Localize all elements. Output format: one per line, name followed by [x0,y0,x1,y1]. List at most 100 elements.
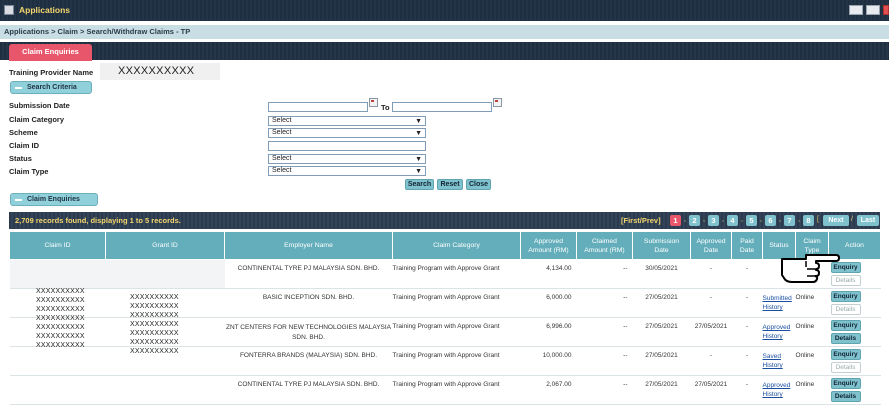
status-link[interactable]: Approved [763,323,796,332]
history-link[interactable]: History [763,303,796,312]
details-button[interactable]: Details [830,391,861,402]
claimed-amount: -- [576,346,633,376]
date-to-label: To [381,103,390,112]
page-button[interactable]: 8 [803,215,814,226]
search-criteria-toggle[interactable]: Search Criteria [10,81,92,94]
col-employer[interactable]: Employer Name [224,231,393,260]
claim-id[interactable]: XXXXXXXXXX [36,287,85,296]
next-page-button[interactable]: Next [823,215,849,226]
pager-first-prev[interactable]: [First/Prev] [621,216,661,225]
submission-date-from-input[interactable] [268,102,368,112]
col-claim-id[interactable]: Claim ID [9,231,106,260]
claim-type: Online [795,288,829,318]
history-link[interactable]: History [763,390,796,399]
history-link[interactable]: History [763,332,796,341]
approved-amount: 10,000.00 [520,346,577,376]
training-provider-value: XXXXXXXXXX [100,63,220,80]
claim-id[interactable]: XXXXXXXXXX [36,296,85,305]
claim-enquiries-toggle[interactable]: Claim Enquiries [10,193,98,206]
claim-type: Online [795,346,829,376]
status-cell: Approved History [762,317,796,347]
reset-button[interactable]: Reset [437,179,463,190]
details-button[interactable]: Details [830,304,861,315]
chevron-down-icon: ▼ [415,130,422,137]
action-cell: Enquiry Details [828,288,881,318]
enquiry-button[interactable]: Enquiry [830,291,861,302]
scheme-value: Select [272,129,292,136]
claim-id[interactable]: XXXXXXXXXX [36,332,85,341]
page-button[interactable]: 7 [784,215,795,226]
submission-date: 27/05/2021 [632,346,691,376]
page-button[interactable]: 4 [727,215,738,226]
page-button[interactable]: 2 [689,215,700,226]
page-button[interactable]: 3 [708,215,719,226]
claim-type: Online [795,317,829,347]
status-link[interactable]: Approved [763,381,796,390]
scheme-select[interactable]: Select ▼ [268,128,426,138]
enquiry-button[interactable]: Enquiry [830,378,861,389]
maximize-button[interactable] [866,5,880,15]
paid-date: - [731,375,763,405]
search-button[interactable]: Search [405,179,434,190]
col-claimed-amount[interactable]: Claimed Amount (RM) [576,231,633,260]
claim-type-select[interactable]: Select ▼ [268,166,426,176]
close-button[interactable]: Close [466,179,491,190]
app-icon [4,5,14,15]
search-criteria-label: Search Criteria [27,84,77,91]
claim-type: Online [795,375,829,405]
claim-id[interactable]: XXXXXXXXXX [36,314,85,323]
masked-claim-ids: XXXXXXXXXX XXXXXXXXXX XXXXXXXXXX XXXXXXX… [36,287,85,350]
col-grant-id[interactable]: Grant ID [105,231,225,260]
claim-id[interactable]: XXXXXXXXXX [36,323,85,332]
col-paid-date[interactable]: Paid Date [731,231,763,260]
calendar-icon[interactable] [369,98,378,107]
grant-id: XXXXXXXXXX [130,330,179,337]
claim-category-select[interactable]: Select ▼ [268,116,426,126]
grant-id: XXXXXXXXXX [130,321,179,328]
status-select[interactable]: Select ▼ [268,154,426,164]
col-category[interactable]: Claim Category [392,231,521,260]
table-row: CONTINENTAL TYRE PJ MALAYSIA SDN. BHD. T… [9,259,881,289]
claim-type-value: Select [272,167,292,174]
col-approved-date[interactable]: Approved Date [690,231,732,260]
result-count: 2,709 records found, displaying 1 to 5 r… [15,216,181,225]
claim-category: Training Program with Approve Grant [392,346,521,376]
enquiry-button[interactable]: Enquiry [830,349,861,360]
status-value: Select [272,155,292,162]
submission-date: 27/05/2021 [632,375,691,405]
minimize-button[interactable] [849,5,863,15]
claim-enquiries-label: Claim Enquiries [27,196,80,203]
last-page-button[interactable]: Last [857,215,879,226]
calendar-icon[interactable] [493,98,502,107]
claim-id-input[interactable] [268,141,426,151]
table-header-row: Claim ID Grant ID Employer Name Claim Ca… [9,231,881,260]
details-button[interactable]: Details [830,362,861,373]
claim-id[interactable]: XXXXXXXXXX [36,305,85,314]
grant-id: XXXXXXXXXX [130,339,179,346]
approved-date: 27/05/2021 [690,317,732,347]
col-approved-amount[interactable]: Approved Amount (RM) [520,231,577,260]
page-button[interactable]: 1 [670,215,681,226]
paid-date: - [731,346,763,376]
status-link[interactable]: Saved [763,352,796,361]
approved-date: - [690,259,732,289]
status-cell: Submitted History [762,288,796,318]
submission-date-to-input[interactable] [392,102,492,112]
claim-type-label: Claim Type [9,167,49,176]
claim-id[interactable]: XXXXXXXXXX [36,341,85,350]
page-button[interactable]: 6 [765,215,776,226]
details-button[interactable]: Details [830,333,861,344]
scheme-label: Scheme [9,128,38,137]
claim-category: Training Program with Approve Grant [392,317,521,347]
history-link[interactable]: History [763,361,796,370]
enquiry-button[interactable]: Enquiry [830,320,861,331]
page-button[interactable]: 5 [746,215,757,226]
status-link[interactable]: Submitted [763,294,796,303]
window-title: Applications [19,5,71,15]
paid-date: - [731,317,763,347]
col-submission-date[interactable]: Submission Date [632,231,691,260]
tab-claim-enquiries[interactable]: Claim Enquiries [9,44,92,61]
close-window-button[interactable] [883,5,889,15]
employer-name: ZNT CENTERS FOR NEW TECHNOLOGIES MALAYSI… [224,317,393,347]
approved-date: - [690,346,732,376]
